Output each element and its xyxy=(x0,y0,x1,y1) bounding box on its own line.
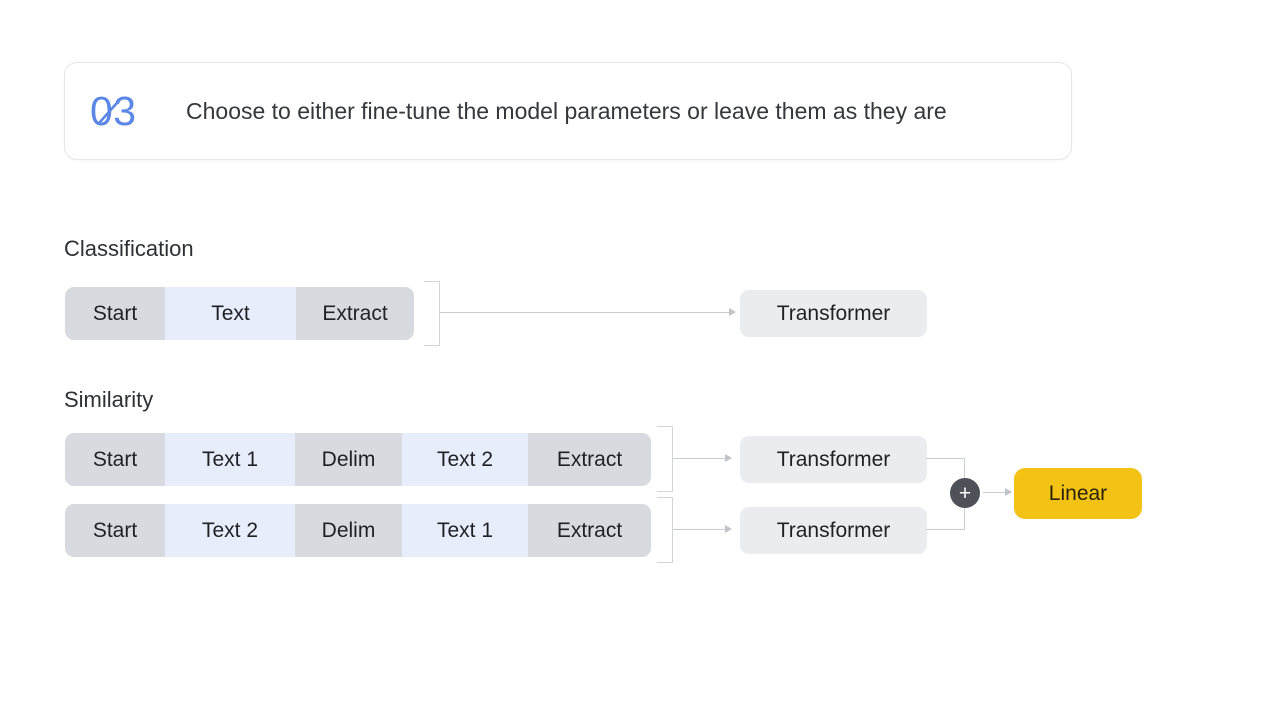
token-text: Text xyxy=(165,287,296,340)
token-row-similarity-1: Start Text 1 Delim Text 2 Extract xyxy=(65,433,651,486)
connector-similarity-2 xyxy=(673,529,727,531)
arrow-icon-similarity-2 xyxy=(725,525,732,533)
token-text-1: Text 1 xyxy=(402,504,528,557)
transformer-box-classification: Transformer xyxy=(740,290,927,337)
token-text-1: Text 1 xyxy=(165,433,295,486)
token-start: Start xyxy=(65,433,165,486)
section-label-similarity: Similarity xyxy=(64,387,154,412)
bracket-classification xyxy=(424,281,440,346)
token-text-2: Text 2 xyxy=(402,433,528,486)
token-start: Start xyxy=(65,504,165,557)
linear-output-box: Linear xyxy=(1014,468,1142,519)
plus-merge-icon: + xyxy=(950,478,980,508)
step-number: 03 xyxy=(90,87,162,134)
connector-similarity-1 xyxy=(673,458,727,460)
arrow-icon-linear xyxy=(1005,488,1012,496)
bracket-similarity-2 xyxy=(657,497,673,563)
step-title: Choose to either fine-tune the model par… xyxy=(186,97,947,124)
transformer-box-similarity-1: Transformer xyxy=(740,436,927,483)
token-extract: Extract xyxy=(528,504,651,557)
token-row-similarity-2: Start Text 2 Delim Text 1 Extract xyxy=(65,504,651,557)
arrow-icon-classification xyxy=(729,308,736,316)
token-delim: Delim xyxy=(295,433,402,486)
slide-canvas: 03 Choose to either fine-tune the model … xyxy=(0,0,1280,720)
transformer-box-similarity-2: Transformer xyxy=(740,507,927,554)
section-label-classification: Classification xyxy=(64,236,194,261)
merge-line-top-horizontal xyxy=(926,458,965,460)
token-extract: Extract xyxy=(528,433,651,486)
bracket-similarity-1 xyxy=(657,426,673,492)
step-number-text: 03 xyxy=(90,87,137,134)
merge-line-bottom-horizontal xyxy=(926,529,965,531)
token-text-2: Text 2 xyxy=(165,504,295,557)
arrow-icon-similarity-1 xyxy=(725,454,732,462)
step-header-card: 03 Choose to either fine-tune the model … xyxy=(64,62,1072,160)
token-delim: Delim xyxy=(295,504,402,557)
token-start: Start xyxy=(65,287,165,340)
token-extract: Extract xyxy=(296,287,414,340)
token-row-classification: Start Text Extract xyxy=(65,287,414,340)
connector-classification xyxy=(440,312,731,314)
